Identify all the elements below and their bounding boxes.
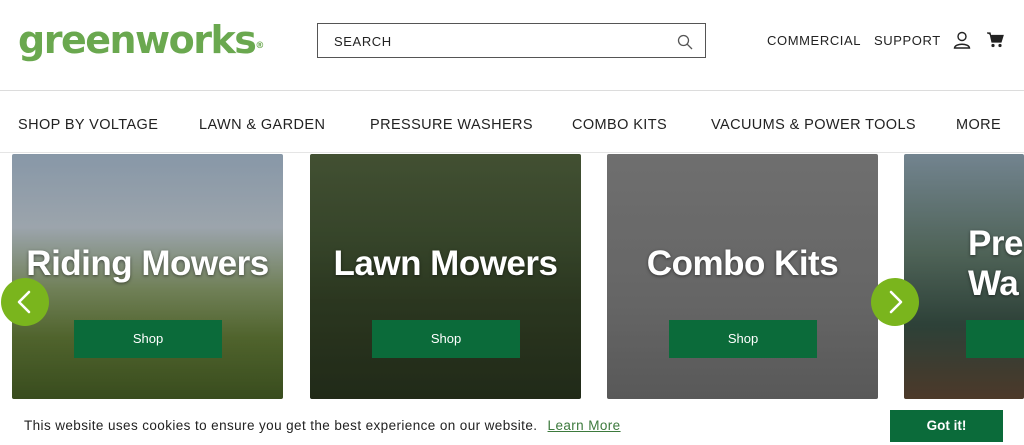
card-riding-mowers[interactable]: Riding Mowers Shop: [12, 154, 283, 399]
card-title: Riding Mowers: [26, 244, 269, 283]
search-icon[interactable]: [677, 34, 693, 50]
search-placeholder: SEARCH: [334, 34, 392, 49]
search-input[interactable]: SEARCH: [317, 23, 706, 58]
nav-item-combo-kits[interactable]: COMBO KITS: [572, 117, 667, 133]
chevron-left-icon: [17, 290, 31, 314]
user-icon[interactable]: [953, 31, 971, 49]
card-combo-kits[interactable]: Combo Kits Shop: [607, 154, 878, 399]
main-nav: SHOP BY VOLTAGE LAWN & GARDEN PRESSURE W…: [0, 91, 1024, 153]
card-title-line-1: Pre: [968, 224, 1023, 263]
nav-item-lawn-garden[interactable]: LAWN & GARDEN: [199, 117, 325, 133]
nav-item-more[interactable]: MORE: [956, 117, 1001, 133]
nav-item-pressure-washers[interactable]: PRESSURE WASHERS: [370, 117, 533, 133]
cookie-banner: This website uses cookies to ensure you …: [0, 399, 1024, 445]
category-carousel: Riding Mowers Shop Lawn Mowers Shop Comb…: [0, 154, 1024, 399]
shop-button-pressure-washers[interactable]: [966, 320, 1024, 358]
card-title-line-2: Wa: [968, 264, 1019, 303]
shop-button-combo-kits[interactable]: Shop: [669, 320, 817, 358]
shop-button-riding-mowers[interactable]: Shop: [74, 320, 222, 358]
nav-item-vacuums-power-tools[interactable]: VACUUMS & POWER TOOLS: [711, 117, 916, 133]
logo-registered-mark: ®: [255, 41, 264, 51]
card-title: Pre Wa: [968, 224, 1023, 304]
cookie-message: This website uses cookies to ensure you …: [24, 418, 538, 433]
logo[interactable]: greenworks®: [18, 18, 264, 62]
card-pressure-washers[interactable]: Pre Wa: [904, 154, 1024, 399]
commercial-link[interactable]: COMMERCIAL: [767, 33, 861, 48]
cart-icon[interactable]: [986, 31, 1004, 49]
carousel-next-button[interactable]: [871, 278, 919, 326]
card-title: Lawn Mowers: [333, 244, 558, 283]
site-header: greenworks® SEARCH COMMERCIAL SUPPORT: [0, 0, 1024, 91]
nav-item-shop-by-voltage[interactable]: SHOP BY VOLTAGE: [18, 117, 158, 133]
card-lawn-mowers[interactable]: Lawn Mowers Shop: [310, 154, 581, 399]
got-it-button[interactable]: Got it!: [890, 410, 1003, 442]
chevron-right-icon: [889, 290, 903, 314]
support-link[interactable]: SUPPORT: [874, 33, 941, 48]
cookie-message-row: This website uses cookies to ensure you …: [24, 418, 621, 433]
logo-wordmark: greenworks: [18, 18, 257, 62]
shop-button-lawn-mowers[interactable]: Shop: [372, 320, 520, 358]
card-title: Combo Kits: [646, 244, 839, 283]
learn-more-link[interactable]: Learn More: [548, 418, 621, 433]
carousel-prev-button[interactable]: [1, 278, 49, 326]
